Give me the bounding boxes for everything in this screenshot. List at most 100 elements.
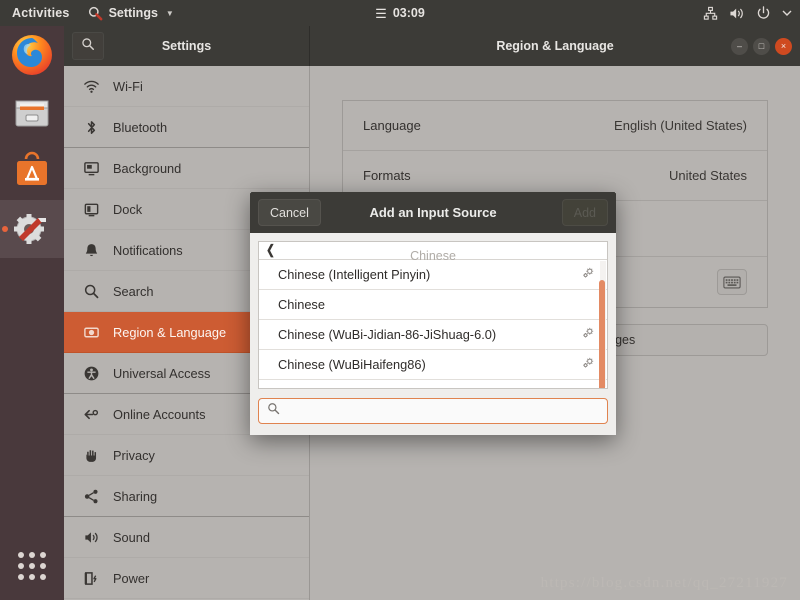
sound-icon [82,529,100,546]
list-item-label: Chinese [278,297,325,312]
wifi-icon [82,78,100,95]
bell-icon [82,242,100,259]
activities-button[interactable]: Activities [0,6,80,20]
show-applications-button[interactable] [0,538,64,594]
sidebar-item-label: Wi-Fi [113,79,143,94]
firefox-icon [9,32,55,78]
chevron-down-icon[interactable] [782,9,792,17]
region-language-icon [82,324,100,341]
list-scrollbar-thumb[interactable] [599,280,605,389]
clock-label: 03:09 [393,6,425,20]
gnome-top-bar: Activities Settings ▼ ☰ 03:09 [0,0,800,26]
watermark-text: https://blog.csdn.net/qq_27211927 [541,575,788,592]
clock-button[interactable]: ☰ 03:09 [340,6,460,20]
volume-icon[interactable] [729,6,745,21]
list-header-row: ❮ Chinese [259,242,607,260]
network-wired-icon[interactable] [703,6,718,21]
row-value: English (United States) [614,118,747,133]
sidebar-item-power[interactable]: Power [64,558,309,599]
sidebar-item-label: Dock [113,202,142,217]
app-menu-label: Settings [109,6,158,20]
list-scrollbar-track[interactable] [600,261,606,387]
cancel-button[interactable]: Cancel [258,199,321,226]
maximize-button[interactable]: □ [753,38,770,55]
sidebar-item-label: Universal Access [113,366,210,381]
dock-item-files[interactable] [0,84,64,142]
dock-item-ubuntu-software[interactable] [0,142,64,200]
dock-item-settings[interactable] [0,200,64,258]
sidebar-header: Settings [64,26,310,66]
row-language[interactable]: Language English (United States) [343,101,767,151]
search-button[interactable] [72,32,104,60]
power-battery-icon [82,570,100,587]
sidebar-item-label: Background [113,161,181,176]
search-icon [267,402,280,420]
input-source-list: ❮ Chinese Chinese (Intelligent Pinyin) [258,241,608,389]
ubuntu-software-bag-icon [9,148,55,194]
window-titlebar: Settings Region & Language – □ × [64,26,800,66]
row-value: United States [669,168,747,183]
dialog-titlebar: Cancel Add an Input Source Add [250,192,616,233]
dialog-search-field[interactable] [258,398,608,424]
add-input-source-dialog: Cancel Add an Input Source Add ❮ Chinese… [250,192,616,435]
page-title: Region & Language [310,39,800,53]
gear-icon[interactable] [581,356,595,373]
online-accounts-icon [82,406,100,423]
universal-access-icon [82,365,100,382]
chevron-down-icon: ▼ [166,9,174,18]
system-tray[interactable] [703,0,792,26]
sidebar-item-label: Notifications [113,243,183,258]
hamburger-menu-icon: ☰ [375,7,387,20]
close-button[interactable]: × [775,38,792,55]
privacy-hand-icon [82,447,100,464]
app-grid-icon [18,552,46,580]
list-item-label: Chinese (Intelligent Pinyin) [278,267,430,282]
back-arrow-icon[interactable]: ❮ [266,242,275,258]
window-controls: – □ × [731,38,792,55]
settings-wrench-icon [88,6,103,21]
gear-icon[interactable] [581,266,595,283]
search-icon [82,283,100,300]
app-menu-button[interactable]: Settings ▼ [80,6,182,21]
sidebar-item-label: Power [113,571,149,586]
sidebar-item-sharing[interactable]: Sharing [64,476,309,517]
search-icon [81,37,95,56]
launcher-dock [0,26,64,600]
list-header-label: Chinese [410,250,456,262]
settings-wrench-icon [9,206,55,252]
dialog-body: ❮ Chinese Chinese (Intelligent Pinyin) [250,233,616,434]
list-item-label: Chinese (WuBiHaifeng86) [278,357,426,372]
sidebar-item-label: Bluetooth [113,120,167,135]
sidebar-item-bluetooth[interactable]: Bluetooth [64,107,309,148]
list-item[interactable]: Chinese (Intelligent Pinyin) [259,260,607,290]
sidebar-item-label: Search [113,284,154,299]
sidebar-item-sound[interactable]: Sound [64,517,309,558]
sidebar-item-label: Region & Language [113,325,226,340]
list-item-label: Chinese (WuBi-Jidian-86-JiShuag-6.0) [278,327,496,342]
gear-icon[interactable] [581,326,595,343]
list-item[interactable]: Chinese [259,290,607,320]
sidebar-item-background[interactable]: Background [64,148,309,189]
dock-item-firefox[interactable] [0,26,64,84]
sidebar-item-wifi[interactable]: Wi-Fi [64,66,309,107]
sidebar-item-label: Online Accounts [113,407,205,422]
sharing-icon [82,488,100,505]
add-button[interactable]: Add [562,199,608,226]
sidebar-item-privacy[interactable]: Privacy [64,435,309,476]
row-label: Formats [363,168,411,183]
power-icon[interactable] [756,6,771,21]
dock-icon [82,201,100,218]
sidebar-item-label: Privacy [113,448,155,463]
background-icon [82,160,100,177]
list-item[interactable]: Chinese (WuBiHaifeng86) [259,350,607,380]
list-item[interactable]: Chinese (WuBi-Jidian-86-JiShuag-6.0) [259,320,607,350]
bluetooth-icon [82,119,100,136]
sidebar-item-label: Sharing [113,489,157,504]
files-cabinet-icon [9,90,55,136]
minimize-button[interactable]: – [731,38,748,55]
row-label: Language [363,118,421,133]
screen: Activities Settings ▼ ☰ 03:09 [0,0,800,600]
keyboard-icon[interactable] [717,269,747,295]
sidebar-item-label: Sound [113,530,150,545]
content-header: Region & Language – □ × [310,26,800,66]
